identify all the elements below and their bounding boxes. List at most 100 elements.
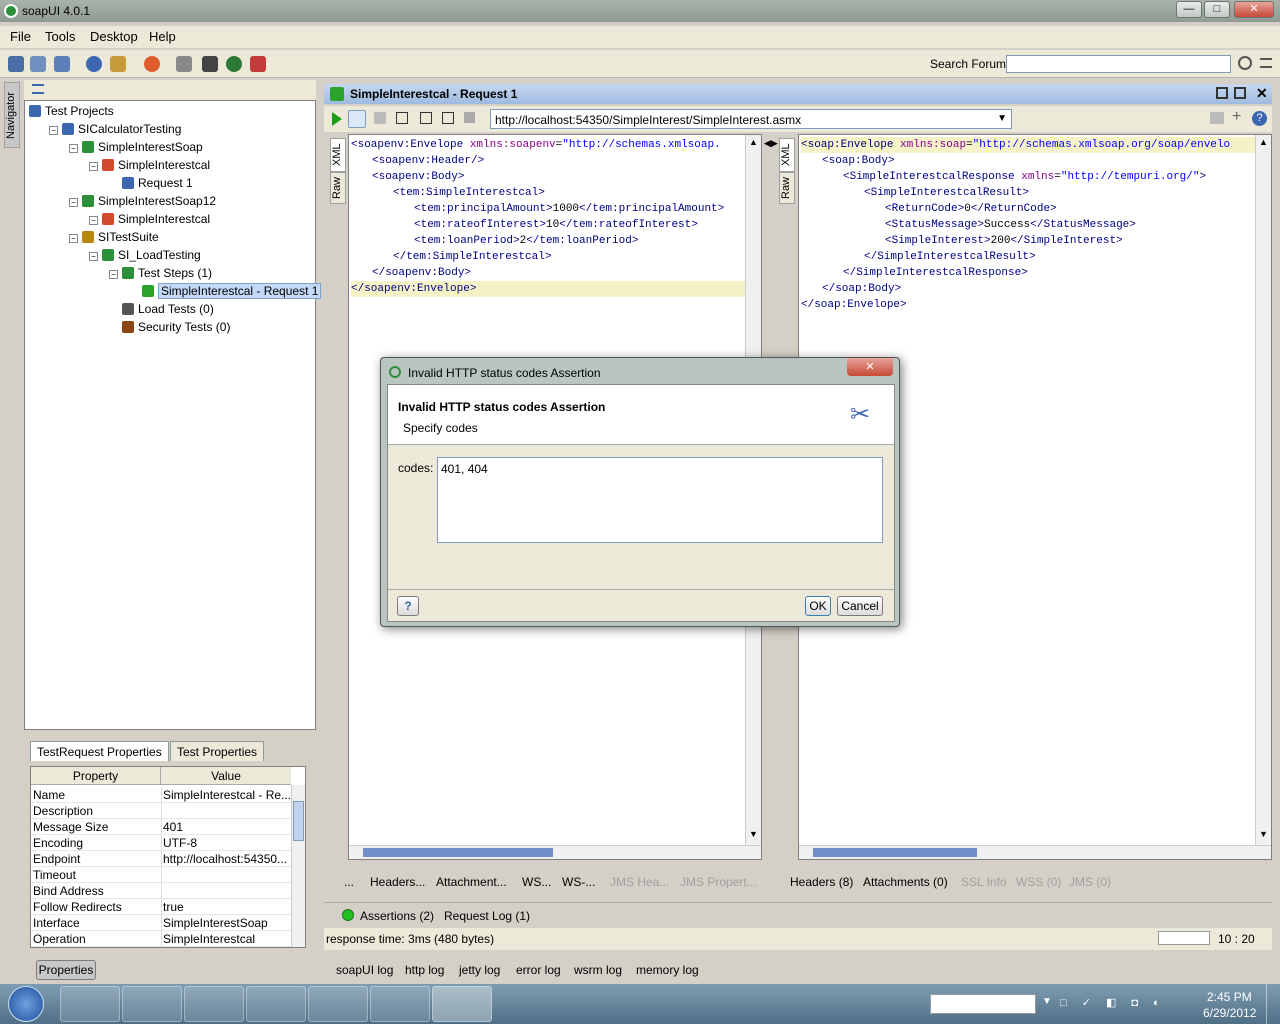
load-ui-icon[interactable] (202, 56, 218, 72)
proxy-icon[interactable] (110, 56, 126, 72)
pencil-icon[interactable] (1210, 112, 1224, 124)
table-row[interactable]: Bind Address (31, 883, 291, 899)
code-line[interactable]: <SimpleInterest>200</SimpleInterest> (801, 233, 1255, 249)
expand-toggle-icon[interactable]: − (49, 126, 58, 135)
search-icon[interactable] (1238, 56, 1252, 70)
expand-toggle-icon[interactable]: − (89, 216, 98, 225)
response-raw-tab[interactable]: Raw (779, 172, 795, 204)
ie-icon[interactable] (60, 986, 120, 1022)
code-line[interactable]: <soapenv:Body> (351, 169, 745, 185)
code-line[interactable]: </SimpleInterestcalResponse> (801, 265, 1255, 281)
tree-item[interactable]: Load Tests (0) (109, 301, 214, 317)
split-arrows[interactable]: ◀▶ (764, 138, 778, 154)
collapse-all-icon[interactable] (32, 84, 44, 94)
tab-request-log[interactable]: Request Log (1) (444, 909, 530, 923)
scroll-down-icon[interactable]: ▼ (749, 829, 758, 839)
tree-item[interactable]: Test Projects (29, 103, 114, 119)
code-line[interactable]: <tem:SimpleInterestcal> (351, 185, 745, 201)
hscroll-thumb[interactable] (813, 848, 977, 857)
editor-bottom-tab[interactable]: WS... (522, 872, 551, 892)
properties-button[interactable]: Properties (36, 960, 96, 980)
table-row[interactable]: Operation SimpleInterestcal (31, 931, 291, 947)
code-line[interactable]: <tem:loanPeriod>2</tem:loanPeriod> (351, 233, 745, 249)
code-line[interactable]: <soap:Envelope xmlns:soap="http://schema… (801, 137, 1255, 153)
editor-bottom-tab[interactable]: SSL Info (961, 872, 1007, 892)
property-value[interactable]: UTF-8 (163, 835, 291, 851)
table-row[interactable]: Follow Redirects true (31, 899, 291, 915)
code-line[interactable]: <SimpleInterestcalResponse xmlns="http:/… (801, 169, 1255, 185)
property-value[interactable]: true (163, 899, 291, 915)
editor-bottom-tab[interactable]: Headers (8) (790, 872, 853, 892)
response-vscrollbar[interactable]: ▲ ▼ (1255, 135, 1271, 845)
chevron-down-icon[interactable]: ▼ (997, 113, 1007, 124)
eclipse-icon[interactable] (226, 56, 242, 72)
code-line[interactable]: <SimpleInterestcalResult> (801, 185, 1255, 201)
tray-arrow-icon[interactable]: ▼ (1042, 996, 1052, 1007)
tree-item[interactable]: Security Tests (0) (109, 319, 230, 335)
tree-item[interactable]: SimpleInterestcal - Request 1 (129, 283, 322, 299)
scroll-up-icon[interactable]: ▲ (749, 137, 758, 147)
scroll-down-icon[interactable]: ▼ (1259, 829, 1268, 839)
toolbar-menu-icon[interactable] (1260, 58, 1272, 68)
show-desktop-button[interactable] (1266, 984, 1280, 1024)
table-row[interactable]: Interface SimpleInterestSoap (31, 915, 291, 931)
tree-item[interactable]: − SimpleInterestcal (89, 211, 210, 227)
detach-icon[interactable] (1216, 87, 1228, 99)
request-raw-tab[interactable]: Raw (330, 172, 346, 204)
table-row[interactable]: Endpoint http://localhost:54350... (31, 851, 291, 867)
preferences-icon[interactable] (86, 56, 102, 72)
maximize-editor-icon[interactable] (1234, 87, 1246, 99)
menu-tools[interactable]: Tools (45, 29, 75, 44)
tree-item[interactable]: − SimpleInterestSoap (69, 139, 203, 155)
minimize-button[interactable]: — (1176, 1, 1202, 18)
property-value[interactable]: SimpleInterestcal (163, 931, 291, 947)
expand-toggle-icon[interactable] (109, 304, 118, 313)
clock-time[interactable]: 2:45 PM (1207, 990, 1252, 1004)
cancel-button[interactable]: Cancel (837, 596, 883, 616)
add-assertion-icon[interactable] (348, 110, 366, 128)
menu-desktop[interactable]: Desktop (90, 29, 138, 44)
table-row[interactable]: Description (31, 803, 291, 819)
editor-bottom-tab[interactable]: JMS (0) (1069, 872, 1111, 892)
scroll-up-icon[interactable]: ▲ (1259, 137, 1268, 147)
expand-toggle-icon[interactable]: − (69, 198, 78, 207)
tree-item[interactable]: − SI_LoadTesting (89, 247, 201, 263)
log-tab[interactable]: wsrm log (574, 960, 622, 980)
expand-toggle-icon[interactable]: − (109, 270, 118, 279)
clock-date[interactable]: 6/29/2012 (1203, 1006, 1256, 1020)
table-row[interactable]: Message Size 401 (31, 819, 291, 835)
column-header-property[interactable]: Property (31, 767, 161, 785)
word-icon[interactable] (370, 986, 430, 1022)
start-button-icon[interactable] (8, 986, 44, 1022)
close-editor-icon[interactable]: ✕ (1256, 85, 1268, 102)
tree-item[interactable]: − SITestSuite (69, 229, 159, 245)
request-hscrollbar[interactable] (349, 845, 761, 859)
code-line[interactable]: </soapenv:Envelope> (351, 281, 745, 297)
soapui-taskbar-icon[interactable] (432, 986, 492, 1022)
menu-help[interactable]: Help (149, 29, 176, 44)
tree-item[interactable]: Request 1 (109, 175, 193, 191)
hscroll-thumb[interactable] (363, 848, 553, 857)
editor-bottom-tab[interactable]: Attachments (0) (863, 872, 948, 892)
properties-scrollbar[interactable] (291, 785, 305, 947)
expand-toggle-icon[interactable] (109, 178, 118, 187)
expand-toggle-icon[interactable]: − (89, 252, 98, 261)
request-xml-tab[interactable]: XML (330, 138, 346, 172)
editor-bottom-tab[interactable]: WSS (0) (1016, 872, 1061, 892)
close-window-button[interactable]: ✕ (1234, 1, 1274, 18)
code-line[interactable]: <soapenv:Header/> (351, 153, 745, 169)
ok-button[interactable]: OK (805, 596, 831, 616)
property-value[interactable]: http://localhost:54350... (163, 851, 291, 867)
navigator-tab[interactable]: Navigator (4, 82, 20, 148)
log-tab[interactable]: jetty log (459, 960, 500, 980)
add-icon[interactable]: + (1232, 108, 1241, 126)
create-empty-icon[interactable] (374, 112, 386, 124)
launch-icon[interactable] (250, 56, 266, 72)
code-line[interactable]: <tem:rateofInterest>10</tem:rateofIntere… (351, 217, 745, 233)
table-row[interactable]: Timeout (31, 867, 291, 883)
log-tab[interactable]: error log (516, 960, 561, 980)
tree-item[interactable]: − SimpleInterestcal (89, 157, 210, 173)
property-value[interactable]: SimpleInterestcal - Re... (163, 787, 291, 803)
tray-icons[interactable]: □ ✓ ◧ ◘ ◐ (1060, 996, 1190, 1012)
wordpad-icon[interactable] (184, 986, 244, 1022)
